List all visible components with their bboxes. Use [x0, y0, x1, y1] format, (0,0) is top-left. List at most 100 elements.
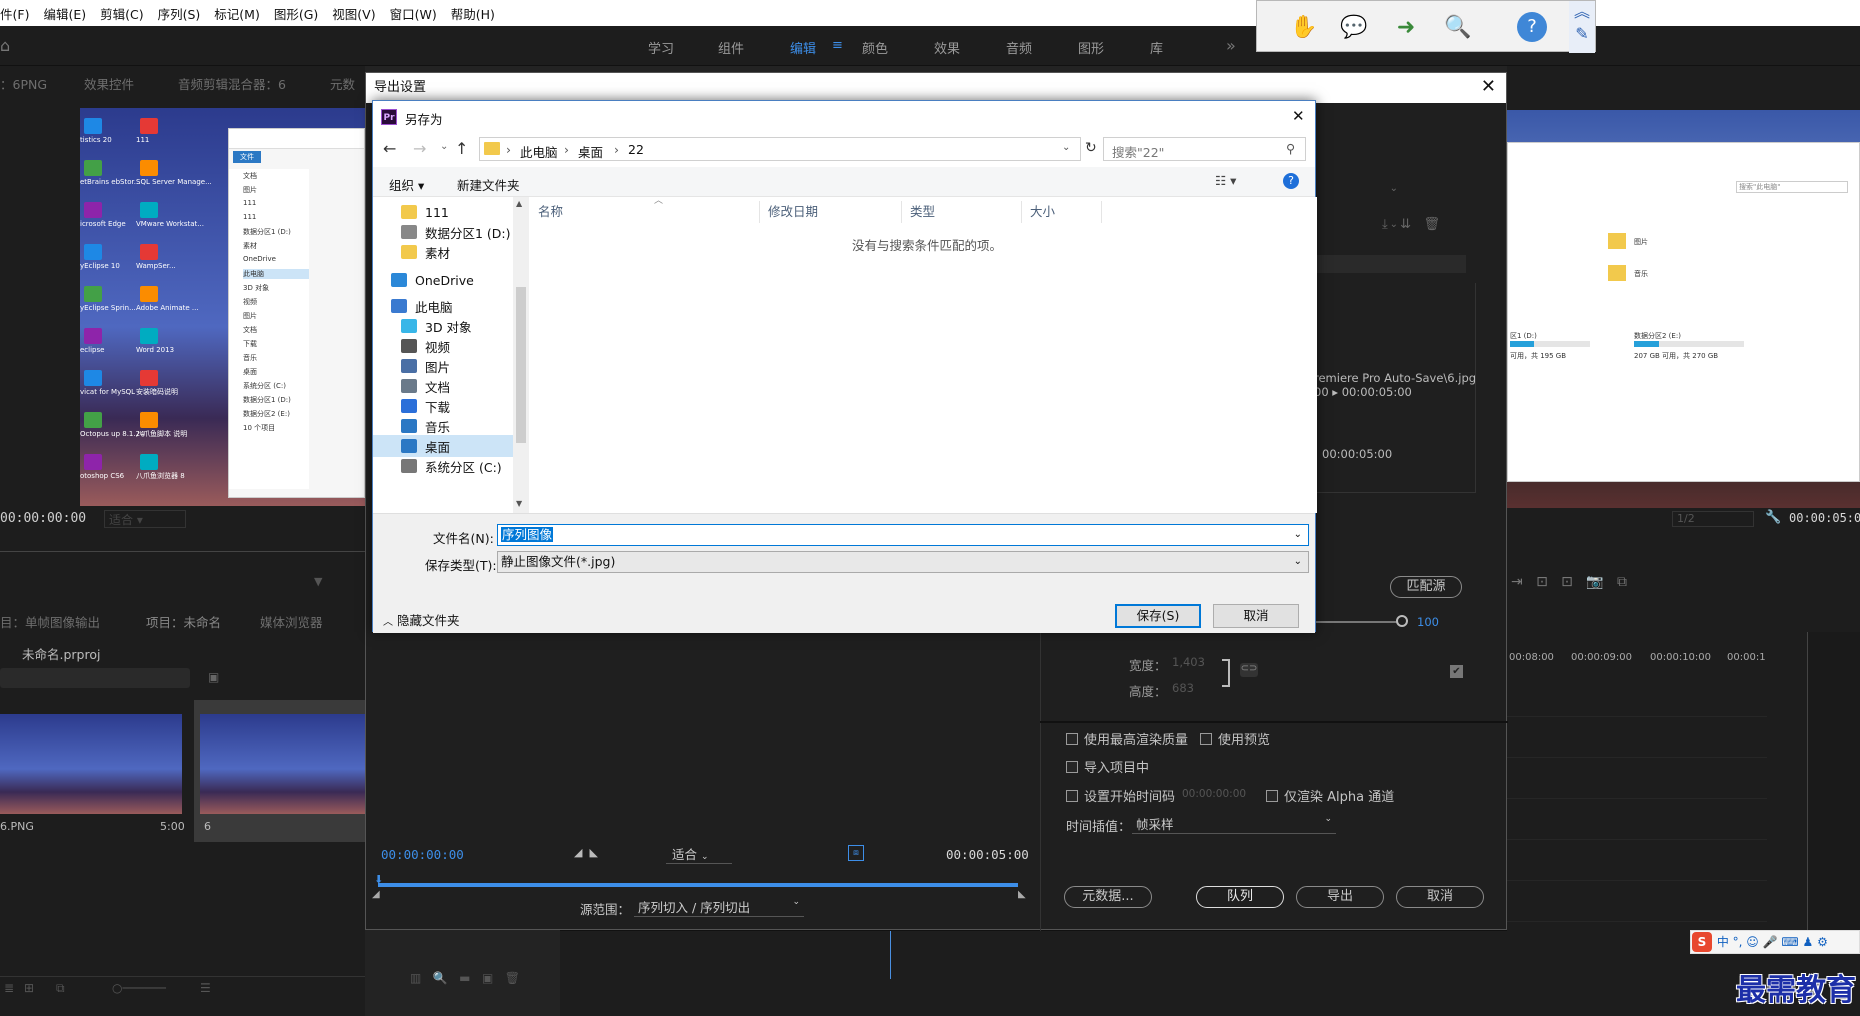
format-dropdown[interactable]: ⌄: [1326, 183, 1398, 201]
nav-item[interactable]: 图片: [373, 355, 513, 377]
nav-item[interactable]: 数据分区1 (D:): [373, 221, 513, 243]
forward-icon[interactable]: →: [413, 139, 426, 158]
recent-dropdown-icon[interactable]: ⌄: [440, 141, 448, 152]
breadcrumb-desktop[interactable]: 桌面: [578, 142, 603, 161]
nav-item[interactable]: 音乐: [373, 415, 513, 437]
help-icon[interactable]: ?: [1513, 9, 1551, 45]
nav-item[interactable]: 3D 对象: [373, 315, 513, 337]
new-bin-icon[interactable]: ▣: [208, 670, 219, 684]
menu-item[interactable]: 帮助(H): [444, 4, 502, 23]
use-preview-checkbox[interactable]: 使用预览: [1200, 729, 1270, 748]
source-tab[interactable]: ：6PNG: [0, 74, 47, 93]
workspace-tab[interactable]: 音频: [1006, 38, 1032, 57]
search-input[interactable]: 搜索"22" ⚲: [1103, 137, 1306, 161]
freeform-view-icon[interactable]: ⧉: [56, 981, 65, 996]
save-button[interactable]: 保存(S): [1115, 604, 1201, 628]
hide-folders-toggle[interactable]: ︿ 隐藏文件夹: [383, 610, 460, 629]
file-list[interactable]: ︿ 名称 修改日期 类型 大小 没有与搜索条件匹配的项。: [530, 196, 1317, 513]
nav-item[interactable]: 111: [373, 201, 513, 223]
workspace-menu-icon[interactable]: ≡: [832, 38, 843, 53]
link-icon[interactable]: ⊂⊃: [1240, 663, 1258, 677]
export-timeline-bar[interactable]: [378, 883, 1018, 887]
column-name[interactable]: 名称: [530, 201, 760, 223]
quality-value[interactable]: 100: [1417, 615, 1439, 629]
scroll-up-icon[interactable]: ▲: [516, 199, 522, 208]
nav-item[interactable]: 视频: [373, 335, 513, 357]
output-name-field[interactable]: [1306, 255, 1466, 273]
menu-item[interactable]: 标记(M): [207, 4, 267, 23]
workspace-tab[interactable]: 学习: [648, 38, 674, 57]
save-preset-icon[interactable]: ⤓: [1382, 217, 1388, 232]
dialog-help-icon[interactable]: ?: [1283, 173, 1299, 189]
workspace-tab[interactable]: 组件: [718, 38, 744, 57]
workspace-tab[interactable]: 效果: [934, 38, 960, 57]
nav-item[interactable]: OneDrive: [373, 269, 513, 291]
export-start-timecode[interactable]: 00:00:00:00: [381, 847, 464, 862]
nav-item[interactable]: 系统分区 (C:): [373, 455, 513, 477]
ratio-dropdown[interactable]: 1/2: [1672, 511, 1754, 527]
nav-item[interactable]: 下载: [373, 395, 513, 417]
workspace-tab[interactable]: 编辑: [790, 38, 816, 57]
breadcrumb-pc[interactable]: 此电脑: [520, 142, 558, 161]
filename-dropdown-icon[interactable]: ⌄: [1294, 525, 1302, 545]
workspace-tab[interactable]: 颜色: [862, 38, 888, 57]
marker-icon[interactable]: ▼: [314, 575, 322, 588]
export-range-start-icon[interactable]: ◢: [372, 889, 380, 900]
up-icon[interactable]: ↑: [455, 139, 468, 158]
more-workspaces-icon[interactable]: »: [1226, 36, 1236, 55]
refresh-icon[interactable]: ↻: [1085, 140, 1097, 156]
comment-icon[interactable]: 💬: [1335, 9, 1373, 45]
resize-checkbox[interactable]: ✔: [1450, 665, 1463, 678]
workspace-tab[interactable]: 库: [1150, 38, 1163, 57]
source-timecode[interactable]: 00:00:00:00: [0, 511, 86, 526]
menu-item[interactable]: 窗口(W): [383, 4, 444, 23]
breadcrumb-22[interactable]: 22: [628, 142, 644, 157]
import-preset-icon[interactable]: ⇊: [1400, 217, 1411, 232]
menu-item[interactable]: 序列(S): [151, 4, 208, 23]
menu-item[interactable]: 件(F): [0, 4, 36, 23]
export-close-icon[interactable]: ✕: [1481, 78, 1496, 96]
organize-menu[interactable]: 组织 ▾: [389, 175, 424, 194]
sort-icon[interactable]: ☰: [200, 981, 211, 995]
wrench-icon[interactable]: 🔧: [1765, 510, 1781, 525]
collapse-icon[interactable]: ︽ ✎: [1569, 1, 1595, 53]
export-page-icon[interactable]: ➜: [1387, 9, 1425, 45]
zoom-search-icon[interactable]: 🔍: [1439, 9, 1477, 45]
export-range-end-icon[interactable]: ◣: [1018, 889, 1026, 900]
hand-icon[interactable]: ✋: [1285, 9, 1323, 45]
ime-tools-icons[interactable]: ☺ 🎤 ⌨ ♟ ⚙: [1746, 935, 1828, 949]
menu-item[interactable]: 图形(G): [267, 4, 325, 23]
export-button[interactable]: 导出: [1296, 886, 1384, 908]
in-point-icon[interactable]: ◢ ◣: [574, 846, 598, 859]
list-view-icon[interactable]: ≣: [4, 981, 14, 995]
nav-item[interactable]: 素材: [373, 241, 513, 263]
home-icon[interactable]: ⌂: [0, 36, 16, 55]
source-range-dropdown[interactable]: 序列切入 / 序列切出 ⌄: [634, 897, 804, 917]
export-playhead[interactable]: ⬇: [374, 873, 384, 887]
column-type[interactable]: 类型: [902, 201, 1022, 223]
width-value[interactable]: 1,403: [1172, 655, 1205, 669]
nav-item[interactable]: 此电脑: [373, 295, 513, 317]
source-tab[interactable]: 元数: [330, 74, 355, 93]
match-source-button[interactable]: 匹配源: [1390, 576, 1462, 598]
quality-slider-thumb[interactable]: [1396, 615, 1408, 627]
menu-item[interactable]: 剪辑(C): [93, 4, 150, 23]
source-tab[interactable]: 效果控件: [84, 74, 134, 93]
interp-dropdown[interactable]: 帧采样 ⌄: [1132, 814, 1336, 834]
address-dropdown-icon[interactable]: ⌄: [1062, 142, 1070, 153]
start-timecode-value[interactable]: 00:00:00:00: [1182, 788, 1246, 800]
import-project-checkbox[interactable]: 导入项目中: [1066, 757, 1149, 776]
start-timecode-checkbox[interactable]: 设置开始时间码: [1066, 786, 1175, 805]
navigation-scrollbar[interactable]: ▲ ▼: [513, 197, 529, 513]
metadata-button[interactable]: 元数据...: [1064, 886, 1152, 908]
icon-view-icon[interactable]: ⊞: [24, 981, 34, 995]
menu-item[interactable]: 编辑(E): [36, 4, 93, 23]
workspace-tab[interactable]: 图形: [1078, 38, 1104, 57]
alpha-only-checkbox[interactable]: 仅渲染 Alpha 通道: [1266, 786, 1394, 805]
scroll-thumb[interactable]: [516, 287, 526, 443]
clip-thumb-1[interactable]: [0, 714, 182, 814]
source-fit-dropdown[interactable]: 适合 ▾: [104, 510, 186, 528]
cancel-export-button[interactable]: 取消: [1396, 886, 1484, 908]
nav-item[interactable]: 桌面: [373, 435, 513, 457]
column-date[interactable]: 修改日期: [760, 201, 902, 223]
